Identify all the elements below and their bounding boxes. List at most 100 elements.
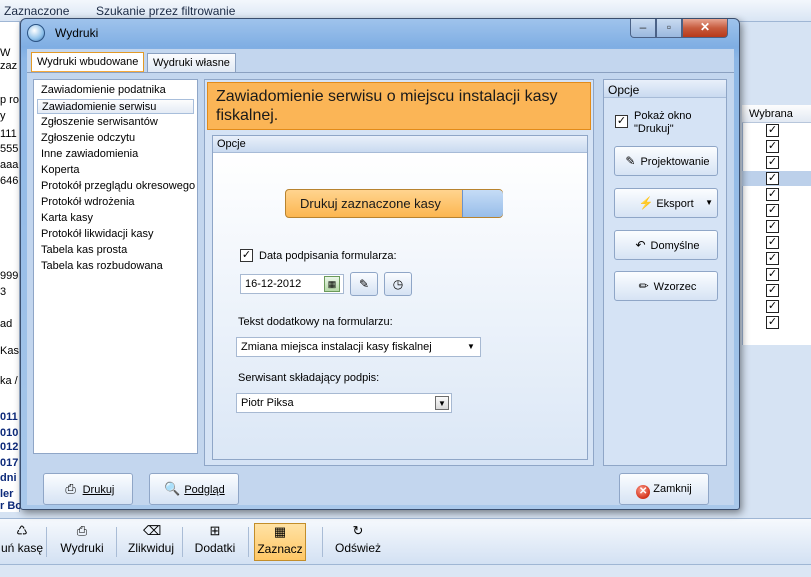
design-button[interactable]: ✎ Projektowanie	[614, 146, 718, 176]
date-clock-button[interactable]: ◷	[384, 272, 412, 296]
close-label: Zamknij	[653, 483, 692, 495]
signing-date-value: 16-12-2012	[245, 278, 302, 290]
toolbar-button-zaznacz[interactable]: ▦ Zaznacz	[254, 523, 306, 561]
background-row-fragment: r Bo	[0, 500, 22, 512]
row-selected-checkbox[interactable]: ✓	[766, 236, 779, 249]
report-list-item[interactable]: Zawiadomienie serwisu	[37, 99, 194, 114]
report-list-item[interactable]: Koperta	[41, 163, 80, 178]
signer-combobox[interactable]: Piotr Piksa ▼	[236, 393, 452, 413]
show-print-window-checkbox[interactable]: ✓	[615, 115, 628, 128]
signing-date-checkbox[interactable]: ✓	[240, 249, 253, 262]
tab-builtin-prints[interactable]: Wydruki wbudowane	[31, 52, 145, 73]
print-selected-button[interactable]: Drukuj zaznaczone kasy	[285, 189, 503, 218]
preview-button[interactable]: 🔍 Podgląd	[149, 473, 239, 505]
background-row-fragment: 999	[0, 270, 19, 282]
report-list-item[interactable]: Protokół przeglądu okresowego	[41, 179, 195, 194]
report-list-item[interactable]: Tabela kas rozbudowana	[41, 259, 163, 274]
row-selected-checkbox[interactable]: ✓	[766, 220, 779, 233]
show-print-window-label-line1: Pokaż okno	[634, 110, 692, 122]
report-list-item[interactable]: Zawiadomienie podatnika	[41, 83, 166, 98]
show-print-window-label-line2: "Drukuj"	[634, 123, 674, 135]
dialog-title: Wydruki	[55, 26, 99, 40]
export-button[interactable]: ⚡ Eksport ▼	[614, 188, 718, 218]
report-list-item[interactable]: Karta kasy	[41, 211, 93, 226]
row-selected-checkbox[interactable]: ✓	[766, 316, 779, 329]
tab-own-prints[interactable]: Wydruki własne	[147, 53, 236, 73]
row-selected-checkbox[interactable]: ✓	[766, 188, 779, 201]
minimize-button[interactable]: –	[630, 19, 656, 38]
background-row-fragment: 555	[0, 143, 19, 155]
print-selected-dropdown[interactable]	[462, 190, 503, 217]
printer-icon: ⎙	[76, 523, 88, 538]
toolbar-button-zlikwiduj[interactable]: ⌫ Zlikwiduj	[122, 523, 180, 561]
toolbar-separator	[116, 527, 117, 557]
row-selected-checkbox[interactable]: ✓	[766, 284, 779, 297]
date-insert-button[interactable]: ✎	[350, 272, 378, 296]
extra-text-combobox[interactable]: Zmiana miejsca instalacji kasy fiskalnej…	[236, 337, 481, 357]
app-icon	[27, 24, 45, 42]
toolbar-button-label: Wydruki	[60, 541, 104, 555]
refresh-icon: ↻	[352, 523, 364, 538]
background-row-fragment: ka /	[0, 375, 18, 387]
toolbar-button-label: Odśwież	[334, 541, 381, 555]
row-selected-checkbox[interactable]: ✓	[766, 156, 779, 169]
template-button[interactable]: ✏ Wzorzec	[614, 271, 718, 301]
options-body: Drukuj zaznaczone kasy ✓ Data podpisania…	[213, 153, 587, 459]
dialog-client-area: Wydruki wbudowane Wydruki własne Zawiado…	[27, 49, 734, 505]
row-selected-checkbox[interactable]: ✓	[766, 172, 779, 185]
print-button[interactable]: ⎙ Drukuj	[43, 473, 133, 505]
toolbar-button-ukas[interactable]: ♺ uń kasę	[0, 523, 44, 561]
report-list-item[interactable]: Zgłoszenie odczytu	[41, 131, 135, 146]
extra-text-value: Zmiana miejsca instalacji kasy fiskalnej	[241, 341, 432, 353]
background-row-fragment: ad	[0, 318, 13, 330]
preview-icon: 🔍	[164, 481, 181, 496]
calendar-edit-icon: ✎	[358, 277, 370, 291]
report-list-item[interactable]: Zgłoszenie serwisantów	[41, 115, 158, 130]
calendar-icon[interactable]: ▦	[324, 276, 340, 292]
liquidate-icon: ⌫	[143, 523, 162, 538]
maximize-button[interactable]: ▫	[656, 19, 682, 38]
chevron-down-icon[interactable]: ▼	[705, 189, 713, 217]
background-row-fragment: ler	[0, 488, 14, 500]
recycle-icon: ♺	[16, 523, 28, 538]
row-selected-checkbox[interactable]: ✓	[766, 140, 779, 153]
chevron-down-icon[interactable]: ▼	[464, 340, 478, 354]
signer-label: Serwisant składający podpis:	[238, 372, 380, 384]
report-list-item[interactable]: Protokół likwidacji kasy	[41, 227, 153, 242]
defaults-label: Domyślne	[650, 240, 700, 252]
side-panel-label: Opcje	[604, 80, 726, 98]
close-window-button[interactable]: ✕	[682, 19, 728, 38]
undo-icon: ↶	[635, 238, 646, 252]
background-row-fragment: p ro	[0, 94, 19, 106]
row-selected-checkbox[interactable]: ✓	[766, 268, 779, 281]
close-button[interactable]: ✕ Zamknij	[619, 473, 709, 505]
signing-date-field[interactable]: 16-12-2012 ▦	[240, 274, 344, 294]
chevron-down-icon[interactable]: ▼	[435, 396, 449, 410]
defaults-button[interactable]: ↶ Domyślne	[614, 230, 718, 260]
row-selected-checkbox[interactable]: ✓	[766, 300, 779, 313]
report-list: Zawiadomienie podatnika Zawiadomienie ser…	[33, 79, 198, 454]
close-icon: ✕	[636, 485, 651, 499]
toolbar-button-label: Zaznacz	[257, 542, 303, 556]
addons-icon: ⊞	[209, 523, 221, 538]
row-selected-checkbox[interactable]: ✓	[766, 204, 779, 217]
report-list-item[interactable]: Tabela kas prosta	[41, 243, 127, 258]
filter-search-label[interactable]: Szukanie przez filtrowanie	[96, 4, 235, 18]
selected-tab-label[interactable]: Zaznaczone	[4, 4, 69, 18]
column-header-wybrana[interactable]: Wybrana	[742, 105, 811, 123]
report-list-item[interactable]: Protokół wdrożenia	[41, 195, 135, 210]
printer-icon: ⎙	[65, 481, 76, 496]
toolbar-button-label: Zlikwiduj	[127, 541, 174, 555]
toolbar-button-wydruki[interactable]: ⎙ Wydruki	[52, 523, 112, 561]
background-left-list: Wzaz p ro y 111 555 aaa 646 999 3 ad Kas ka / 011 010…	[0, 22, 22, 512]
print-selected-label: Drukuj zaznaczone kasy	[300, 196, 441, 211]
row-selected-checkbox[interactable]: ✓	[766, 124, 779, 137]
report-list-item[interactable]: Inne zawiadomienia	[41, 147, 138, 162]
template-label: Wzorzec	[653, 281, 697, 293]
background-row-fragment: zaz	[0, 60, 18, 72]
background-row-fragment: W	[0, 47, 11, 59]
background-row-fragment: y	[0, 110, 6, 122]
toolbar-button-odwie[interactable]: ↻ Odśwież	[328, 523, 388, 561]
row-selected-checkbox[interactable]: ✓	[766, 252, 779, 265]
toolbar-button-dodatki[interactable]: ⊞ Dodatki	[188, 523, 242, 561]
